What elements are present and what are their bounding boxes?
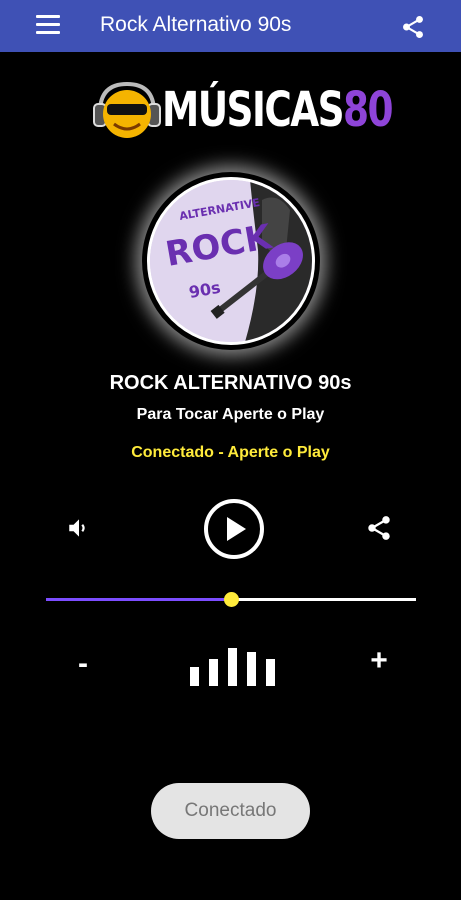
play-button[interactable] [204, 499, 264, 559]
app-bar-title: Rock Alternativo 90s [100, 13, 292, 36]
app-bar: Rock Alternativo 90s [0, 0, 461, 52]
share-icon[interactable] [400, 14, 426, 40]
connected-button[interactable]: Conectado [151, 783, 310, 839]
play-hint: Para Tocar Aperte o Play [136, 406, 325, 423]
app-logo: MÚSICAS80 [92, 74, 394, 150]
equalizer-icon [190, 644, 276, 686]
logo-wordmark: MÚSICAS80 [162, 82, 394, 138]
connection-status: Conectado - Aperte o Play [131, 444, 330, 461]
equalizer-bar [209, 658, 218, 686]
slider-fill [46, 598, 231, 601]
equalizer-bar [228, 648, 237, 686]
equalizer-bar [266, 658, 275, 686]
share-icon[interactable] [365, 513, 393, 543]
volume-up-button[interactable]: + [365, 645, 393, 677]
hamburger-menu-icon[interactable] [36, 15, 64, 37]
volume-slider[interactable] [46, 590, 416, 610]
equalizer-bar [247, 652, 256, 686]
play-icon [227, 517, 246, 541]
volume-down-button[interactable]: - [71, 648, 95, 680]
equalizer-bar [190, 667, 199, 686]
station-name: ROCK ALTERNATIVO 90s [109, 372, 352, 394]
volume-icon[interactable] [66, 515, 92, 541]
smiley-headphones-icon [92, 78, 162, 144]
station-cover-art: ALTERNATIVE ROCK 90s [147, 177, 315, 345]
slider-thumb[interactable] [224, 592, 239, 607]
